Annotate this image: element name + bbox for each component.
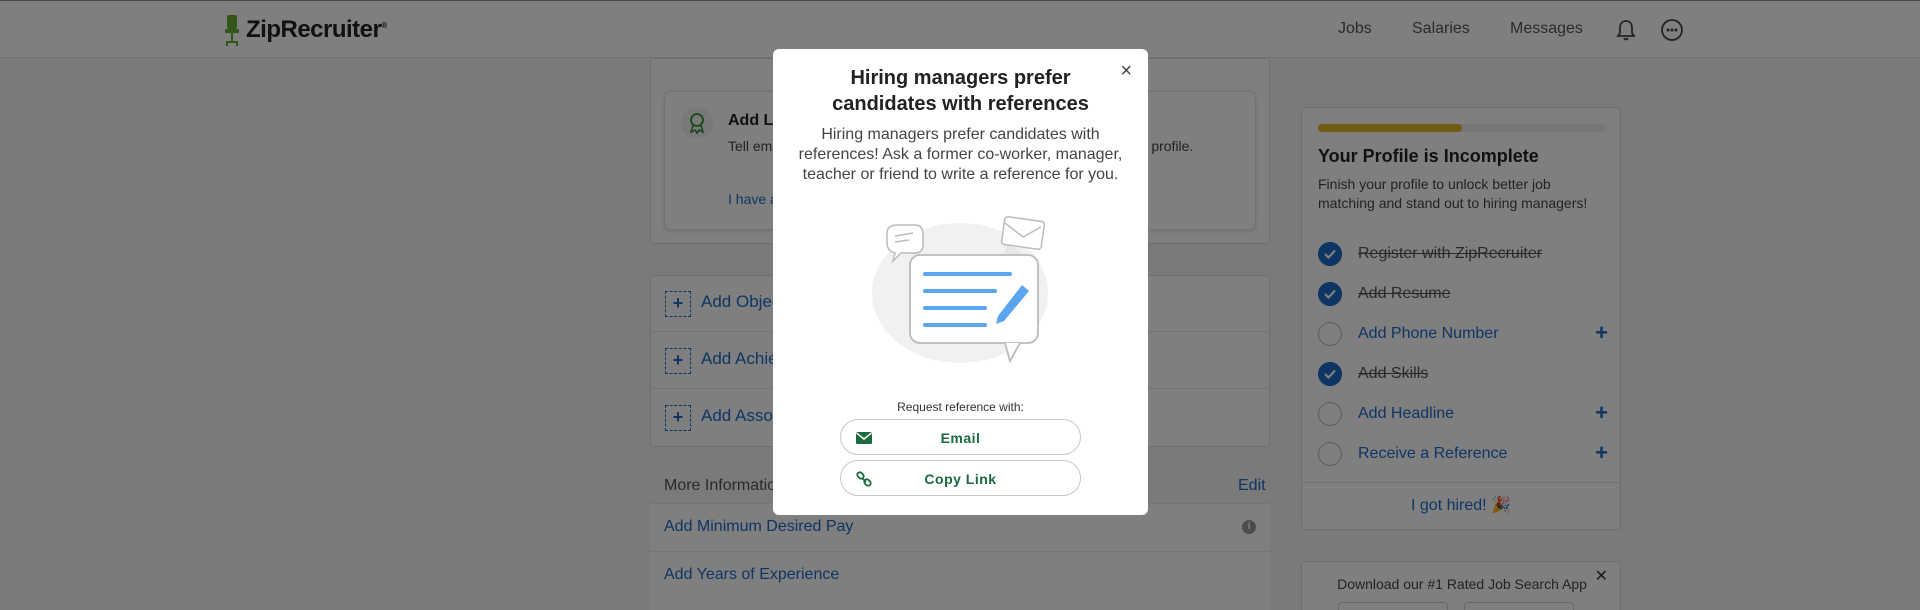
reference-modal: × Hiring managers prefer candidates with…	[773, 49, 1148, 515]
copy-link-button-label: Copy Link	[924, 471, 997, 487]
request-reference-label: Request reference with:	[897, 400, 1024, 414]
modal-title: Hiring managers prefer candidates with r…	[832, 67, 1089, 115]
modal-description: Hiring managers prefer candidates with r…	[798, 126, 1123, 183]
email-button-label: Email	[940, 430, 981, 446]
email-button[interactable]: Email	[840, 419, 1081, 455]
close-icon[interactable]: ×	[1120, 61, 1132, 81]
reference-message-illustration	[872, 215, 1048, 364]
copy-link-button[interactable]: Copy Link	[840, 460, 1081, 496]
